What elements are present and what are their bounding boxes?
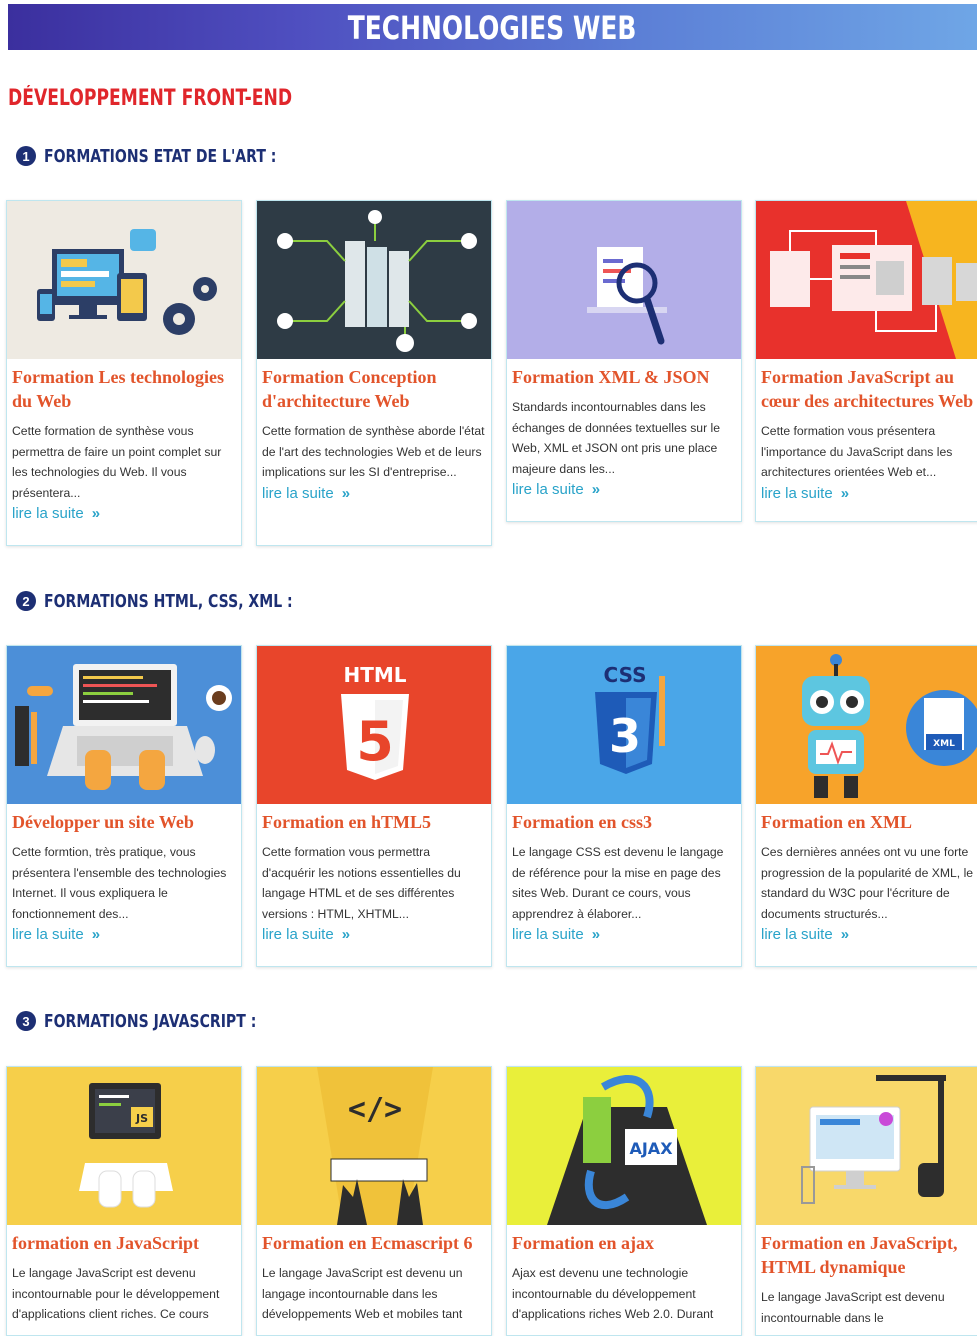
group-heading-2: 2 FORMATIONS HTML, CSS, XML :: [16, 588, 363, 614]
read-more-link[interactable]: lire la suite »: [262, 926, 486, 943]
ajax-screen-text: AJAX: [629, 1139, 673, 1158]
read-more-link[interactable]: lire la suite »: [12, 505, 236, 522]
group-number-badge: 2: [16, 591, 36, 611]
double-chevron-right-icon: »: [840, 484, 850, 502]
card-description: Cette formation de synthèse vous permett…: [12, 424, 222, 500]
read-more-label[interactable]: lire la suite: [761, 485, 833, 502]
card-title[interactable]: Formation en JavaScript, HTML dynamique: [761, 1231, 977, 1279]
read-more-label[interactable]: lire la suite: [12, 505, 84, 522]
card-title[interactable]: Développer un site Web: [12, 810, 236, 834]
card-title[interactable]: Formation en Ecmascript 6: [262, 1231, 486, 1255]
course-card[interactable]: JS formation en JavaScript Le langage Ja…: [6, 1066, 242, 1336]
card-description: Cette formation vous présentera l'import…: [761, 424, 953, 479]
web-architecture-illustration: [756, 201, 977, 359]
course-card[interactable]: XML Formation en XML Ces dernières année…: [755, 645, 977, 967]
css3-logo: CSS 3: [507, 646, 741, 804]
course-card[interactable]: Formation Conception d'architecture Web …: [256, 200, 492, 546]
server-network-illustration: [257, 201, 491, 359]
card-title[interactable]: formation en JavaScript: [12, 1231, 236, 1255]
course-card[interactable]: Formation XML & JSON Standards incontour…: [506, 200, 742, 522]
group-number-badge: 3: [16, 1011, 36, 1031]
read-more-link[interactable]: lire la suite »: [761, 926, 977, 943]
read-more-link[interactable]: lire la suite »: [512, 926, 736, 943]
read-more-link[interactable]: lire la suite »: [761, 485, 977, 502]
double-chevron-right-icon: »: [341, 926, 351, 943]
double-chevron-right-icon: »: [341, 484, 351, 502]
code-keyboard-illustration: </>: [257, 1067, 491, 1225]
card-title[interactable]: Formation en hTML5: [262, 810, 486, 834]
html5-logo: HTML 5: [257, 646, 491, 804]
double-chevron-right-icon: »: [91, 505, 101, 522]
double-chevron-right-icon: »: [591, 481, 601, 498]
card-description: Cette formation de synthèse aborde l'éta…: [262, 424, 485, 479]
document-magnifier-illustration: [507, 201, 741, 359]
card-title[interactable]: Formation en ajax: [512, 1231, 736, 1255]
robot-xml-illustration: XML: [756, 646, 977, 804]
svg-text:3: 3: [609, 709, 641, 763]
course-card[interactable]: Formation JavaScript au cœur des archite…: [755, 200, 977, 522]
group-heading-label: FORMATIONS HTML, CSS, XML :: [44, 590, 293, 612]
read-more-label[interactable]: lire la suite: [12, 926, 84, 943]
html-logo-text: HTML: [343, 663, 406, 687]
course-card[interactable]: Formation en JavaScript, HTML dynamique …: [755, 1066, 977, 1336]
read-more-link[interactable]: lire la suite »: [262, 485, 486, 502]
group-heading-label: FORMATIONS JAVASCRIPT :: [44, 1010, 257, 1032]
page-title: TECHNOLOGIES WEB: [348, 9, 637, 47]
xml-file-label: XML: [933, 739, 955, 749]
course-card[interactable]: HTML 5 Formation en hTML5 Cette formatio…: [256, 645, 492, 967]
card-description: Le langage CSS est devenu le langage de …: [512, 845, 724, 921]
page-banner: TECHNOLOGIES WEB: [8, 4, 977, 50]
read-more-label[interactable]: lire la suite: [262, 485, 334, 502]
card-title[interactable]: Formation Conception d'architecture Web: [262, 365, 486, 413]
laptop-desk-illustration: [7, 646, 241, 804]
card-description: Cette formation vous permettra d'acquéri…: [262, 845, 461, 921]
card-title[interactable]: Formation XML & JSON: [512, 365, 736, 389]
read-more-label[interactable]: lire la suite: [262, 926, 334, 943]
read-more-label[interactable]: lire la suite: [512, 481, 584, 498]
card-title[interactable]: Formation Les technologies du Web: [12, 365, 236, 413]
css-logo-text: CSS: [604, 663, 647, 687]
course-card[interactable]: CSS 3 Formation en css3 Le langage CSS e…: [506, 645, 742, 967]
double-chevron-right-icon: »: [591, 926, 601, 943]
js-monitor-illustration: JS: [7, 1067, 241, 1225]
devices-gears-illustration: [7, 201, 241, 359]
card-description: Le langage JavaScript est devenu un lang…: [262, 1266, 463, 1321]
card-title[interactable]: Formation en XML: [761, 810, 977, 834]
group-number-badge: 1: [16, 146, 36, 166]
read-more-label[interactable]: lire la suite: [761, 926, 833, 943]
ajax-illustration: AJAX: [507, 1067, 741, 1225]
double-chevron-right-icon: »: [840, 926, 850, 943]
card-description: Le langage JavaScript est devenu inconto…: [761, 1290, 945, 1325]
card-title[interactable]: Formation en css3: [512, 810, 736, 834]
card-description: Ajax est devenu une technologie incontou…: [512, 1266, 714, 1321]
svg-text:5: 5: [356, 710, 394, 773]
dynamic-html-illustration: [756, 1067, 977, 1225]
course-card[interactable]: </> Formation en Ecmascript 6 Le langage…: [256, 1066, 492, 1336]
course-card[interactable]: AJAX Formation en ajax Ajax est devenu u…: [506, 1066, 742, 1336]
group-heading-1: 1 FORMATIONS ETAT DE L'ART :: [16, 143, 342, 169]
course-card[interactable]: Développer un site Web Cette formtion, t…: [6, 645, 242, 967]
svg-text:</>: </>: [348, 1092, 402, 1127]
read-more-link[interactable]: lire la suite »: [512, 481, 736, 498]
card-description: Cette formtion, très pratique, vous prés…: [12, 845, 227, 921]
js-badge-text: JS: [135, 1112, 148, 1125]
section-title: DÉVELOPPEMENT FRONT-END: [8, 86, 293, 111]
read-more-link[interactable]: lire la suite »: [12, 926, 236, 943]
double-chevron-right-icon: »: [91, 926, 101, 943]
card-description: Le langage JavaScript est devenu inconto…: [12, 1266, 220, 1321]
course-card[interactable]: Formation Les technologies du Web Cette …: [6, 200, 242, 546]
card-description: Ces dernières années ont vu une forte pr…: [761, 845, 974, 921]
group-heading-label: FORMATIONS ETAT DE L'ART :: [44, 145, 277, 167]
group-heading-3: 3 FORMATIONS JAVASCRIPT :: [16, 1008, 316, 1034]
card-title[interactable]: Formation JavaScript au cœur des archite…: [761, 365, 977, 413]
read-more-label[interactable]: lire la suite: [512, 926, 584, 943]
card-description: Standards incontournables dans les échan…: [512, 400, 721, 476]
